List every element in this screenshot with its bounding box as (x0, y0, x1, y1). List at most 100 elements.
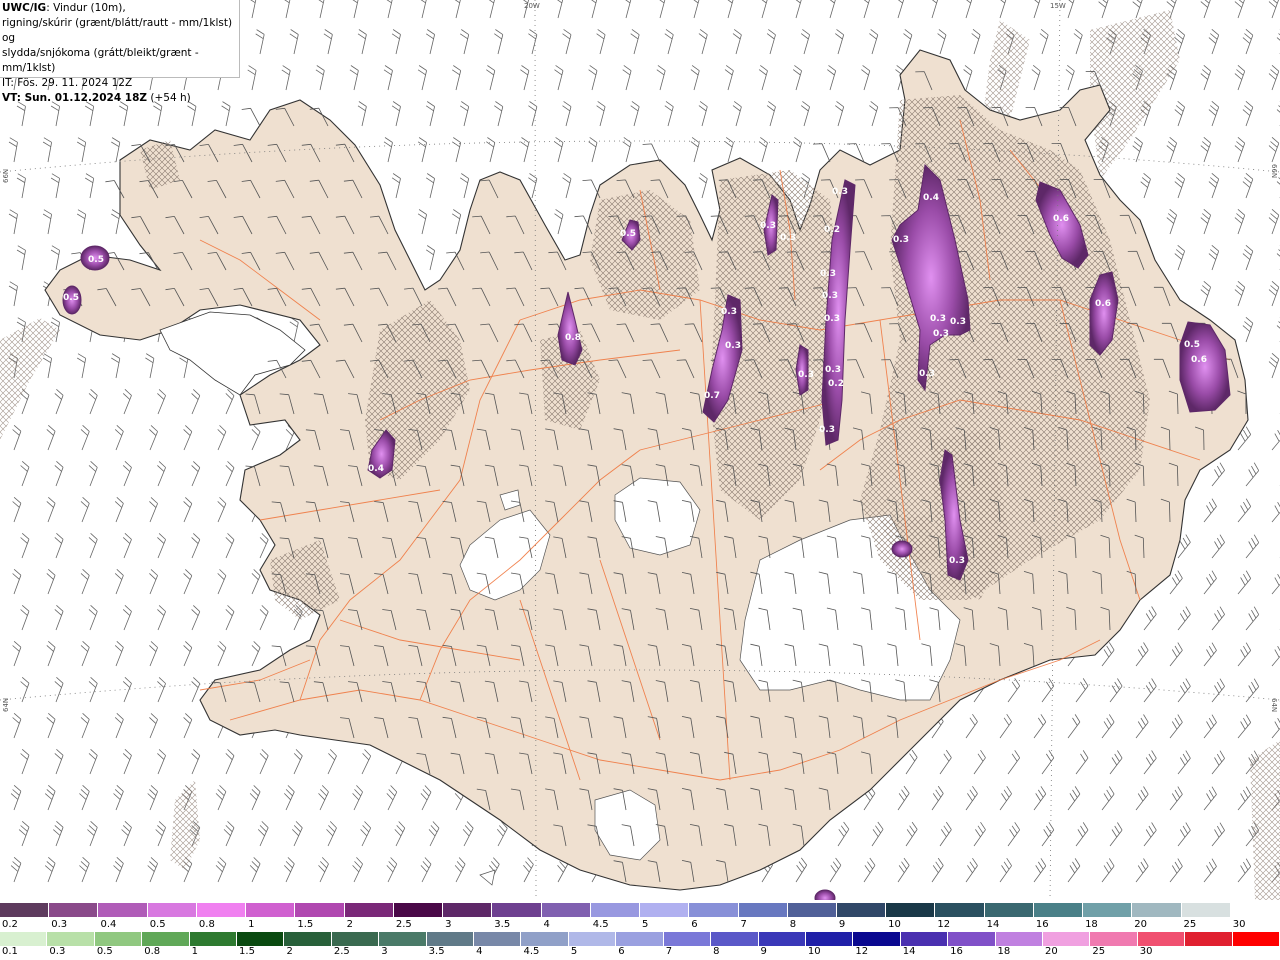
wind-barb (656, 65, 666, 91)
wind-barb (459, 173, 470, 199)
wind-barb (1075, 822, 1089, 847)
wind-barb (1033, 786, 1047, 811)
legend-swatch (393, 903, 444, 917)
wind-barb (897, 857, 910, 883)
wind-barb (53, 821, 64, 847)
wind-barb (361, 749, 372, 775)
wind-barb (122, 461, 132, 487)
wind-barb (931, 857, 944, 883)
wind-barb (1177, 606, 1191, 631)
wind-barb (149, 713, 158, 739)
wind-barb (965, 785, 978, 811)
wind-barb (149, 497, 158, 523)
legend-swatch (426, 932, 475, 946)
wind-barb (217, 641, 227, 667)
wind-barb (999, 713, 1012, 739)
legend-label: 5 (570, 946, 578, 957)
wind-barb (758, 65, 768, 91)
legend-label: 2 (286, 946, 293, 957)
wind-barb (191, 605, 201, 631)
wind-barb (50, 245, 60, 271)
wind-barb (1245, 678, 1260, 703)
wind-barb (217, 497, 227, 523)
wind-barb (157, 533, 166, 559)
wind-barb (486, 137, 496, 163)
legend-label: 3 (381, 946, 388, 957)
wind-barb (459, 29, 470, 55)
title-line-2: rigning/skúrir (grænt/blátt/rautt - mm/1… (2, 17, 233, 44)
precip-value-label: 0.8 (565, 333, 581, 343)
wind-barb (795, 857, 808, 883)
legend-swatch (948, 932, 996, 946)
wind-barb (8, 137, 18, 163)
wind-barb (1169, 642, 1183, 667)
legend-swatch (1033, 903, 1084, 917)
wind-barb (965, 0, 973, 19)
wind-barb (835, 101, 845, 127)
legend-swatch (568, 932, 617, 946)
wind-barb (454, 0, 461, 19)
legend-swatch (142, 932, 190, 946)
legend-swatch (492, 903, 542, 917)
legend-label: 3 (445, 919, 452, 930)
legend-swatch (689, 903, 739, 917)
wind-barb (191, 677, 201, 703)
wind-barb (284, 785, 295, 811)
wind-barb (939, 749, 952, 775)
wind-barb (698, 29, 708, 55)
wind-barb (1271, 502, 1280, 523)
wind-barb (1007, 678, 1021, 703)
legend-swatch (1132, 903, 1182, 917)
legend-swatch (0, 932, 48, 946)
wind-barb (1211, 534, 1225, 559)
precip-value-label: 0.3 (819, 425, 835, 435)
legend-swatch (1181, 903, 1231, 917)
precip-value-label: 0.5 (63, 293, 79, 303)
precip-value-label: 0.3 (760, 221, 776, 231)
wind-barb (1234, 208, 1246, 235)
wind-barb (963, 65, 973, 91)
legend-label: 1 (191, 946, 198, 957)
wind-barb (16, 245, 26, 271)
wind-barb (1177, 750, 1191, 775)
wind-barb (349, 65, 359, 91)
wind-barb (451, 137, 462, 163)
wind-barb (1169, 786, 1183, 811)
wind-barb (281, 65, 291, 91)
precip-value-label: 0.6 (1053, 214, 1069, 224)
legend-label: 14 (902, 946, 916, 957)
weather-map: 0.50.50.50.80.40.70.30.30.30.30.30.20.30… (0, 0, 1280, 900)
wind-barb (897, 0, 904, 19)
wind-barb (383, 65, 393, 91)
precip-value-label: 0.6 (1191, 355, 1207, 365)
wind-barb (1203, 642, 1217, 667)
legend-label: 1.5 (239, 946, 255, 957)
wind-barb (122, 533, 132, 559)
wind-barb (251, 569, 261, 595)
wind-barb (486, 65, 496, 91)
wind-barb (1065, 64, 1075, 91)
wind-barb (44, 857, 56, 883)
wind-barb (217, 569, 227, 595)
wind-barb (84, 173, 95, 199)
legend-swatch (935, 903, 985, 917)
legend-label: 0.3 (51, 919, 68, 930)
legend-swatch (995, 932, 1043, 946)
wind-barb (315, 65, 325, 91)
wind-barb (931, 0, 938, 19)
legend-label: 2 (346, 919, 353, 930)
precip-value-label: 0.3 (725, 341, 741, 351)
legend-label: 6 (618, 946, 625, 957)
wind-barb (318, 857, 329, 883)
wind-barb (157, 389, 166, 415)
precip-value-label: 0.3 (832, 187, 848, 197)
valid-time: VT: Sun. 01.12.2024 18Z (2, 92, 148, 104)
wind-barb (122, 389, 132, 415)
legend-label: 4.5 (523, 946, 540, 957)
wind-barb (76, 209, 87, 235)
wind-barb (259, 605, 269, 631)
wind-barb (1242, 172, 1254, 199)
wind-barb (795, 0, 802, 19)
legend-label: 9 (838, 919, 846, 930)
wind-barb (428, 821, 440, 847)
